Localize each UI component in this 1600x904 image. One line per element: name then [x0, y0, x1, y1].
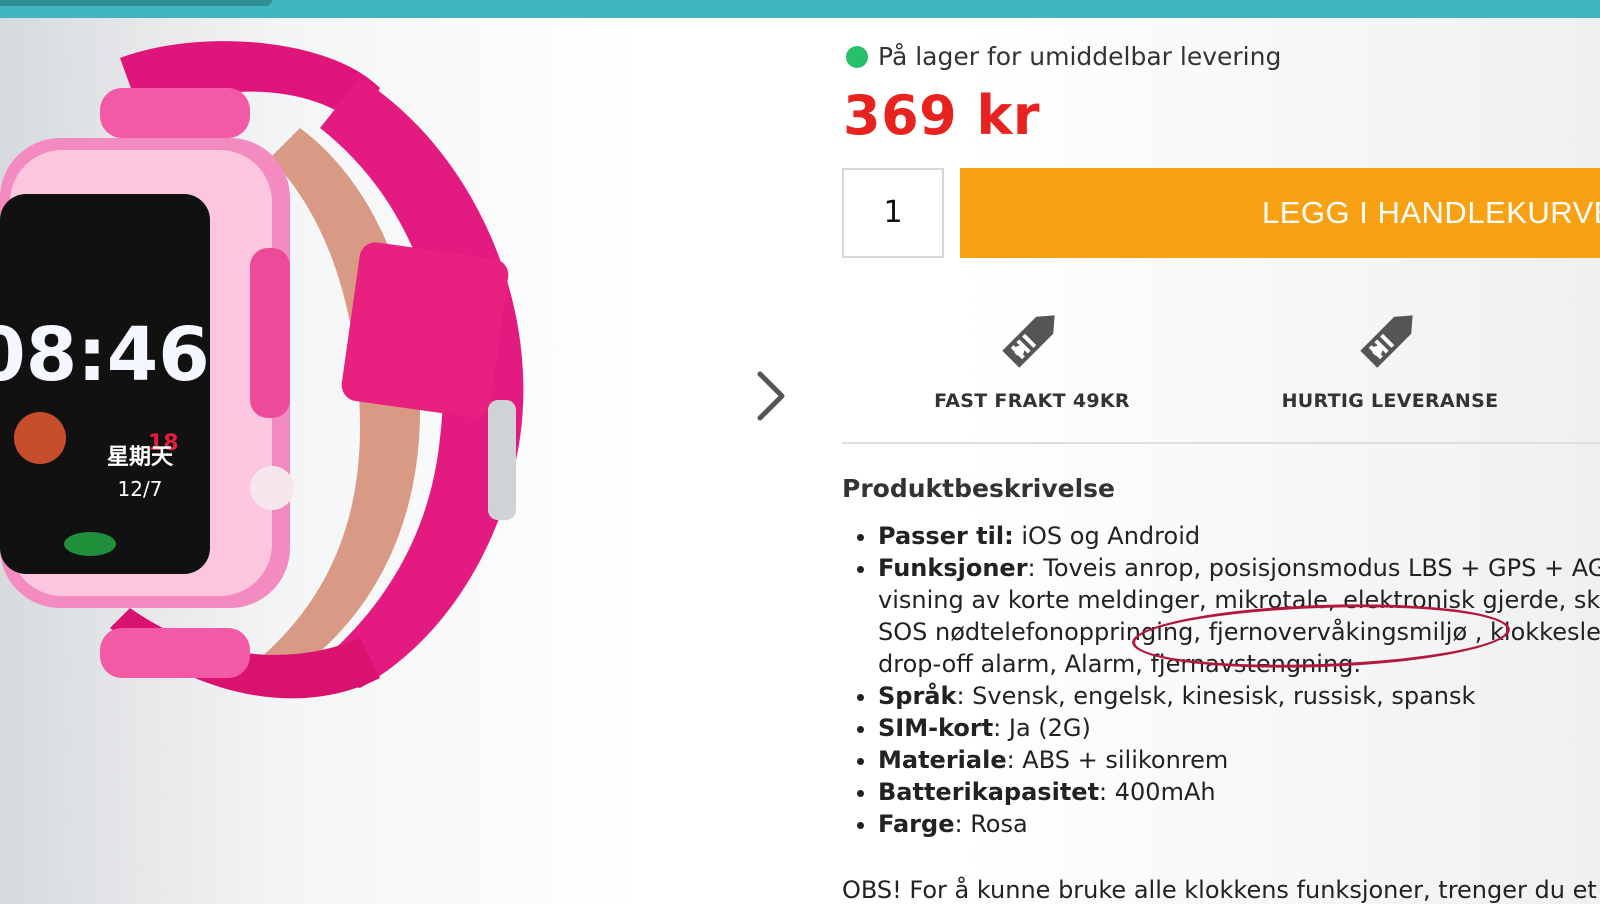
- spec-value-line: SOS nødtelefonoppringing, fjernovervåkin…: [878, 618, 1600, 646]
- spec-item-compatibility: Passer til: iOS og Android: [878, 520, 1600, 552]
- spec-item-functions: Funksjoner: Toveis anrop, posisjonsmodus…: [878, 552, 1600, 680]
- spec-key: Passer til:: [878, 522, 1014, 550]
- add-to-cart-label: LEGG I HANDLEKURVEN: [1262, 195, 1600, 230]
- spec-value: : Rosa: [954, 810, 1028, 838]
- screen-date: 12/7: [118, 477, 163, 501]
- spec-key: Farge: [878, 810, 955, 838]
- feature-delivery: HURTIG LEVERANSE: [1260, 300, 1520, 412]
- spec-item-sim: SIM-kort: Ja (2G): [878, 712, 1600, 744]
- spec-key: Materiale: [878, 746, 1007, 774]
- stock-status-text: På lager for umiddelbar levering: [878, 42, 1282, 71]
- spec-value: : Svensk, engelsk, kinesisk, russisk, sp…: [956, 682, 1476, 710]
- description-title: Produktbeskrivelse: [842, 474, 1116, 503]
- product-description: Passer til: iOS og Android Funksjoner: T…: [842, 520, 1600, 840]
- spec-value-line: visning av korte meldinger, mikrotale, e…: [878, 586, 1600, 614]
- feature-shipping: FAST FRAKT 49KR: [902, 300, 1162, 412]
- feature-label: FAST FRAKT 49KR: [934, 390, 1130, 412]
- add-to-cart-button[interactable]: LEGG I HANDLEKURVEN: [960, 168, 1600, 258]
- top-bar-tab: [0, 0, 272, 6]
- spec-value: : Toveis anrop, posisjonsmodus LBS + GPS…: [1027, 554, 1600, 582]
- price-tag-icon: [1360, 315, 1413, 368]
- screen-time: 08:46: [0, 312, 210, 398]
- spec-list: Passer til: iOS og Android Funksjoner: T…: [842, 520, 1600, 840]
- spec-item-battery: Batterikapasitet: 400mAh: [878, 776, 1600, 808]
- chevron-right-icon[interactable]: [752, 368, 792, 424]
- price-tag-icon: [1002, 315, 1055, 368]
- product-image: 08:46 18 星期天 12/7: [0, 41, 524, 699]
- product-gallery: 08:46 18 星期天 12/7: [0, 18, 810, 900]
- screen-day: 星期天: [107, 445, 174, 470]
- spec-item-language: Språk: Svensk, engelsk, kinesisk, russis…: [878, 680, 1600, 712]
- spec-value-line: drop-off alarm, Alarm, fjernavstengning.: [878, 650, 1362, 678]
- stock-indicator-dot: [846, 45, 868, 68]
- top-bar: [0, 0, 1600, 18]
- divider: [842, 442, 1600, 444]
- spec-value: iOS og Android: [1013, 522, 1201, 550]
- spec-item-material: Materiale: ABS + silikonrem: [878, 744, 1600, 776]
- spec-key: Språk: [878, 682, 957, 710]
- quantity-input[interactable]: 1: [842, 168, 944, 258]
- spec-value: : ABS + silikonrem: [1006, 746, 1229, 774]
- spec-value: : 400mAh: [1099, 778, 1216, 806]
- spec-key: SIM-kort: [878, 714, 994, 742]
- product-price: 369 kr: [843, 84, 1041, 147]
- spec-item-color: Farge: Rosa: [878, 808, 1600, 840]
- stock-status: På lager for umiddelbar levering: [846, 42, 1281, 71]
- spec-key: Batterikapasitet: [878, 778, 1100, 806]
- spec-value: : Ja (2G): [993, 714, 1091, 742]
- spec-key: Funksjoner: [878, 554, 1028, 582]
- feature-label: HURTIG LEVERANSE: [1281, 390, 1499, 412]
